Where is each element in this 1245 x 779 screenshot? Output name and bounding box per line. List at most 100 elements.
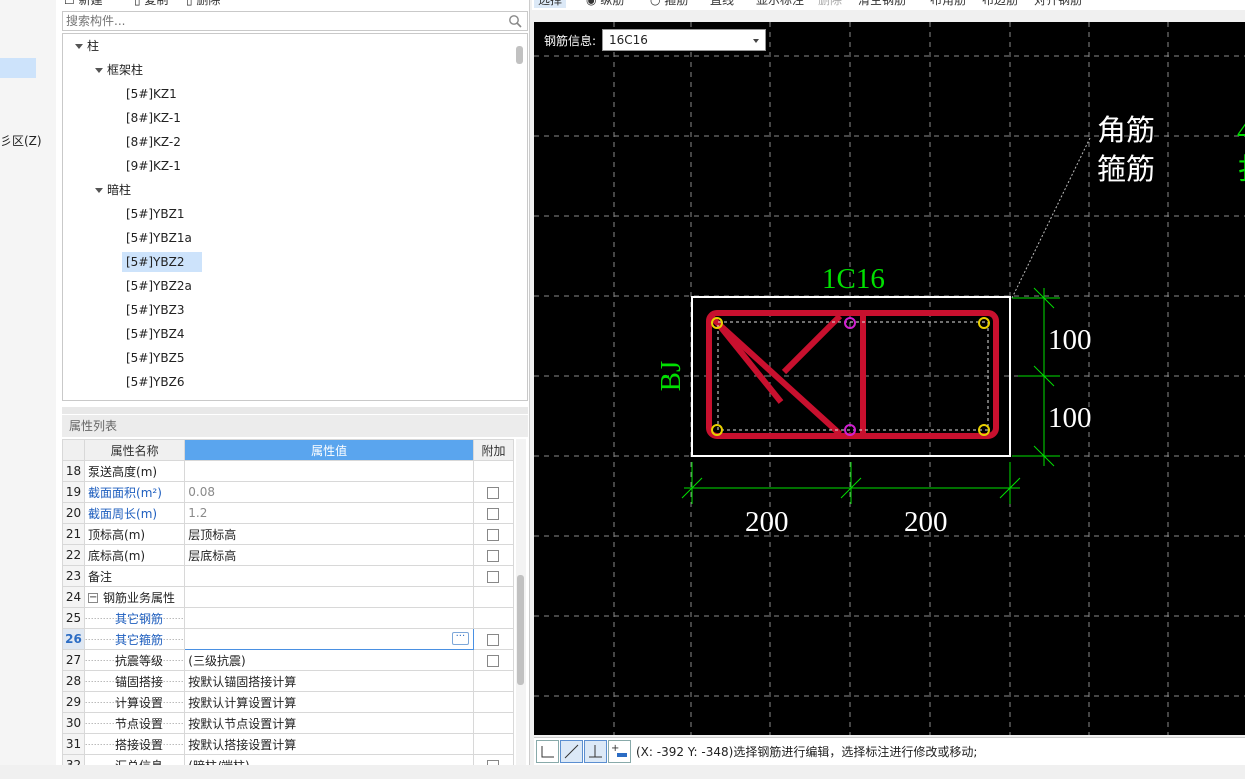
- property-name[interactable]: 备注: [84, 565, 186, 587]
- search-input[interactable]: [63, 12, 503, 30]
- property-name[interactable]: − 钢筋业务属性: [84, 586, 186, 608]
- panel-splitter[interactable]: [62, 407, 528, 414]
- edge-rebar-button[interactable]: 布边筋: [982, 0, 1018, 8]
- tree-item[interactable]: [5#]YBZ1a: [126, 228, 192, 248]
- property-name[interactable]: 搭接设置: [84, 733, 186, 755]
- dim-bottom-left[interactable]: 200: [745, 506, 789, 538]
- line-dropdown[interactable]: 直线: [710, 0, 734, 8]
- side-rebar-label[interactable]: BJ: [655, 361, 687, 392]
- tree-item[interactable]: [8#]KZ-1: [126, 108, 181, 128]
- property-name[interactable]: 锚固搭接: [84, 670, 186, 692]
- extra-checkbox[interactable]: [487, 549, 500, 562]
- property-value[interactable]: 按默认搭接设置计算: [184, 733, 474, 755]
- orthogonal-icon[interactable]: [536, 740, 559, 763]
- property-name[interactable]: 其它箍筋: [84, 628, 186, 650]
- tree-node-hidden-column[interactable]: 暗柱: [95, 180, 131, 200]
- property-value[interactable]: 0.08: [184, 481, 474, 503]
- copy-button[interactable]: ▯ 复制: [134, 0, 168, 8]
- tree-item[interactable]: [9#]KZ-1: [126, 156, 181, 176]
- extra-checkbox[interactable]: [487, 654, 500, 667]
- property-row[interactable]: 19 截面面积(m²) 0.08: [61, 481, 515, 503]
- tree-node-frame-column[interactable]: 框架柱: [95, 60, 143, 80]
- property-row[interactable]: 27 抗震等级 (三级抗震): [61, 649, 515, 671]
- tree-item[interactable]: [5#]YBZ3: [126, 300, 184, 320]
- property-row[interactable]: 30 节点设置 按默认节点设置计算: [61, 712, 515, 734]
- rebar-info-select[interactable]: 16C16: [602, 29, 766, 51]
- property-value[interactable]: 层顶标高: [184, 523, 474, 545]
- property-row[interactable]: 18 泵送高度(m): [61, 460, 515, 482]
- property-row[interactable]: 29 计算设置 按默认计算设置计算: [61, 691, 515, 713]
- property-name[interactable]: 其它钢筋: [84, 607, 186, 629]
- property-name[interactable]: 顶标高(m): [84, 523, 186, 545]
- property-row[interactable]: 25 其它钢筋: [61, 607, 515, 629]
- property-scrollbar[interactable]: [517, 575, 524, 685]
- tree-scrollbar[interactable]: [516, 46, 523, 64]
- select-button[interactable]: 选择: [534, 0, 567, 8]
- property-value[interactable]: [184, 460, 474, 482]
- property-value[interactable]: 按默认节点设置计算: [184, 712, 474, 734]
- radio-stirrup[interactable]: ○ 箍筋: [650, 0, 688, 8]
- search-icon[interactable]: [508, 14, 522, 28]
- perpendicular-icon[interactable]: [584, 740, 607, 763]
- property-value[interactable]: 1.2: [184, 502, 474, 524]
- property-name[interactable]: 抗震等级: [84, 649, 186, 671]
- property-name[interactable]: 节点设置: [84, 712, 186, 734]
- tree-item[interactable]: [5#]YBZ1: [126, 204, 184, 224]
- dim-right-top[interactable]: 100: [1048, 324, 1092, 356]
- property-value[interactable]: 层底标高: [184, 544, 474, 566]
- property-row[interactable]: 21 顶标高(m) 层顶标高: [61, 523, 515, 545]
- show-label-button[interactable]: 显示标注: [756, 0, 804, 8]
- delete-button[interactable]: ▯ 删除: [186, 0, 220, 8]
- property-row[interactable]: 22 底标高(m) 层底标高: [61, 544, 515, 566]
- property-name[interactable]: 泵送高度(m): [84, 460, 186, 482]
- left-selected-item[interactable]: [0, 58, 36, 78]
- property-row[interactable]: 28 锚固搭接 按默认锚固搭接计算: [61, 670, 515, 692]
- tree-item[interactable]: [5#]YBZ6: [126, 372, 184, 392]
- top-rebar-label[interactable]: 1C16: [822, 263, 885, 295]
- tree-item[interactable]: [5#]KZ1: [126, 84, 177, 104]
- chevron-down-icon[interactable]: [753, 39, 759, 43]
- tree-item[interactable]: [8#]KZ-2: [126, 132, 181, 152]
- delete-rebar-button[interactable]: 删除: [818, 0, 842, 8]
- property-value[interactable]: 按默认计算设置计算: [184, 691, 474, 713]
- corner-rebar-button[interactable]: 布角筋: [930, 0, 966, 8]
- clear-rebar-button[interactable]: 清空钢筋: [858, 0, 906, 8]
- extra-checkbox[interactable]: [487, 486, 500, 499]
- ellipsis-button[interactable]: ···: [451, 632, 469, 645]
- property-row[interactable]: 20 截面周长(m) 1.2: [61, 502, 515, 524]
- add-point-icon[interactable]: +: [608, 740, 631, 763]
- expand-icon[interactable]: [95, 188, 103, 193]
- property-name[interactable]: 截面面积(m²): [84, 481, 186, 503]
- zone-label[interactable]: 彡区(Z): [0, 132, 42, 149]
- property-value[interactable]: [184, 565, 474, 587]
- collapse-icon[interactable]: −: [88, 593, 99, 603]
- extra-checkbox[interactable]: [487, 507, 500, 520]
- property-value[interactable]: 按默认锚固搭接计算: [184, 670, 474, 692]
- property-row[interactable]: 26 其它箍筋 ···: [61, 628, 515, 650]
- property-row[interactable]: 24− 钢筋业务属性: [61, 586, 515, 608]
- property-name[interactable]: 计算设置: [84, 691, 186, 713]
- tree-item-selected[interactable]: [5#]YBZ2: [122, 252, 202, 272]
- section-drawing[interactable]: 角筋 箍筋 1C16 BJ 100 100 200 200 4 扌: [534, 22, 1245, 735]
- new-button[interactable]: ☐ 新建: [64, 0, 103, 8]
- property-value[interactable]: [184, 586, 474, 608]
- property-name[interactable]: 底标高(m): [84, 544, 186, 566]
- callout-text-1[interactable]: 角筋: [1097, 114, 1155, 147]
- extra-checkbox[interactable]: [487, 570, 500, 583]
- extra-checkbox[interactable]: [487, 528, 500, 541]
- dim-right-bottom[interactable]: 100: [1048, 402, 1092, 434]
- tree-node-column[interactable]: 柱: [75, 36, 99, 56]
- property-name[interactable]: 截面周长(m): [84, 502, 186, 524]
- tree-item[interactable]: [5#]YBZ4: [126, 324, 184, 344]
- extra-checkbox[interactable]: [487, 633, 500, 646]
- tree-item[interactable]: [5#]YBZ5: [126, 348, 184, 368]
- expand-icon[interactable]: [75, 44, 83, 49]
- angle-line-icon[interactable]: [560, 740, 583, 763]
- expand-icon[interactable]: [95, 68, 103, 73]
- property-row[interactable]: 31 搭接设置 按默认搭接设置计算: [61, 733, 515, 755]
- tree-item[interactable]: [5#]YBZ2a: [126, 276, 192, 296]
- dim-bottom-right[interactable]: 200: [904, 506, 948, 538]
- property-row[interactable]: 23 备注: [61, 565, 515, 587]
- callout-text-2[interactable]: 箍筋: [1097, 153, 1155, 186]
- property-value[interactable]: ···: [184, 628, 474, 650]
